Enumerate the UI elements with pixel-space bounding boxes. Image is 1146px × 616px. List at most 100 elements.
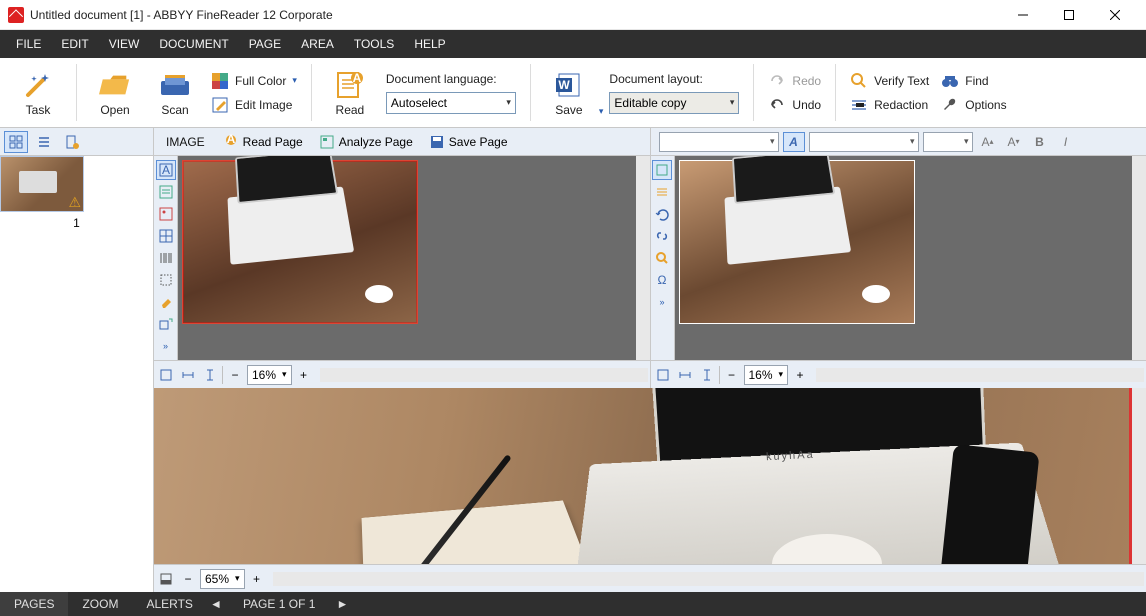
zoom-out-button[interactable]: − <box>178 569 198 589</box>
menu-area[interactable]: AREA <box>291 30 344 58</box>
text-pane: Ω » − 16%▾ + <box>651 156 1146 388</box>
read-button[interactable]: A Read <box>320 69 380 117</box>
doc-layout-select[interactable]: Editable copy ▾ <box>609 92 739 114</box>
add-part-tool[interactable] <box>156 314 176 334</box>
prev-page-button[interactable]: ◄ <box>207 597 225 611</box>
italic-button[interactable]: I <box>1055 132 1077 152</box>
save-button[interactable]: W Save <box>539 69 599 117</box>
zoom-out-button[interactable]: − <box>722 365 742 385</box>
view-thumbnails-button[interactable] <box>4 131 28 153</box>
horizontal-scrollbar[interactable] <box>320 368 648 382</box>
menu-view[interactable]: VIEW <box>99 30 150 58</box>
expand-icon[interactable]: » <box>156 336 176 356</box>
page-thumbnail[interactable] <box>0 156 84 212</box>
chevron-down-icon: ▾ <box>730 97 735 108</box>
status-pages[interactable]: PAGES <box>0 592 68 616</box>
pages-panel-header <box>0 128 153 156</box>
rotate-tool[interactable] <box>652 204 672 224</box>
redaction-button[interactable]: Redaction <box>850 96 929 114</box>
full-color-button[interactable]: Full Color ▾ <box>211 72 297 90</box>
zoom-select[interactable]: 16%▾ <box>744 365 789 385</box>
mark-text-tool[interactable] <box>652 160 672 180</box>
barcode-tool[interactable] <box>156 248 176 268</box>
menu-file[interactable]: FILE <box>6 30 51 58</box>
mark-picture-tool[interactable] <box>652 182 672 202</box>
fit-page-button[interactable] <box>156 365 176 385</box>
status-bar: PAGES ZOOM ALERTS ◄ PAGE 1 OF 1 ► <box>0 592 1146 616</box>
edit-image-button[interactable]: Edit Image <box>211 96 297 114</box>
task-button[interactable]: Task <box>8 69 68 117</box>
status-zoom[interactable]: ZOOM <box>68 592 132 616</box>
find-button[interactable]: Find <box>941 72 1006 90</box>
redo-button[interactable]: Redo <box>768 72 821 90</box>
vertical-scrollbar[interactable] <box>1132 388 1146 564</box>
horizontal-scrollbar[interactable] <box>273 572 1144 586</box>
text-canvas[interactable] <box>675 156 1133 360</box>
bottom-zoom-bar: − 65%▾ + <box>154 564 1146 592</box>
recognition-area-tool[interactable]: A <box>156 160 176 180</box>
analyze-page-button[interactable]: Analyze Page <box>313 131 419 153</box>
toolbar-ribbon: Task Open Scan Full Color ▾ Edit Image A <box>0 58 1146 128</box>
vertical-scrollbar[interactable] <box>636 156 650 360</box>
menu-tools[interactable]: TOOLS <box>344 30 404 58</box>
fit-height-button[interactable] <box>697 365 717 385</box>
bold-button[interactable]: B <box>1029 132 1051 152</box>
undo-button[interactable]: Undo <box>768 96 821 114</box>
wrench-icon <box>941 96 959 114</box>
read-page-button[interactable]: ARead Page <box>217 131 309 153</box>
highlight-tool[interactable] <box>652 248 672 268</box>
scan-button[interactable]: Scan <box>145 69 205 117</box>
close-button[interactable] <box>1092 0 1138 30</box>
menu-document[interactable]: DOCUMENT <box>149 30 238 58</box>
zoom-in-button[interactable]: + <box>790 365 810 385</box>
expand-icon[interactable]: » <box>652 292 672 312</box>
image-canvas[interactable] <box>178 156 636 360</box>
font-style-button[interactable]: A <box>783 132 805 152</box>
eraser-tool[interactable] <box>156 292 176 312</box>
style-select[interactable]: ▾ <box>659 132 779 152</box>
link-tool[interactable] <box>652 226 672 246</box>
table-area-tool[interactable] <box>156 226 176 246</box>
options-button[interactable]: Options <box>941 96 1006 114</box>
page-properties-button[interactable] <box>60 131 84 153</box>
zoom-out-button[interactable]: − <box>225 365 245 385</box>
fit-width-button[interactable] <box>675 365 695 385</box>
select-tool[interactable] <box>156 270 176 290</box>
menu-help[interactable]: HELP <box>404 30 455 58</box>
increase-font-button[interactable]: A▴ <box>977 132 999 152</box>
doc-layout-label: Document layout: <box>609 72 739 86</box>
fit-height-button[interactable] <box>200 365 220 385</box>
menu-edit[interactable]: EDIT <box>51 30 98 58</box>
minimize-button[interactable] <box>1000 0 1046 30</box>
font-size-select[interactable]: ▾ <box>923 132 973 152</box>
zoom-in-button[interactable]: + <box>247 569 267 589</box>
decrease-font-button[interactable]: A▾ <box>1003 132 1025 152</box>
menu-page[interactable]: PAGE <box>239 30 291 58</box>
zoom-select[interactable]: 65%▾ <box>200 569 245 589</box>
view-details-button[interactable] <box>32 131 56 153</box>
font-family-select[interactable]: ▾ <box>809 132 919 152</box>
fit-width-button[interactable] <box>178 365 198 385</box>
verify-text-button[interactable]: Verify Text <box>850 72 929 90</box>
open-button[interactable]: Open <box>85 69 145 117</box>
zoom-canvas[interactable]: kuyhAa <box>154 388 1132 564</box>
status-alerts[interactable]: ALERTS <box>132 592 206 616</box>
text-area-tool[interactable] <box>156 182 176 202</box>
insert-symbol-tool[interactable]: Ω <box>652 270 672 290</box>
picture-area-tool[interactable] <box>156 204 176 224</box>
image-selection[interactable] <box>182 160 418 324</box>
scanner-icon <box>159 69 191 101</box>
next-page-button[interactable]: ► <box>333 597 351 611</box>
horizontal-scrollbar[interactable] <box>816 368 1144 382</box>
doc-language-select[interactable]: Autoselect ▾ <box>386 92 516 114</box>
fit-page-button[interactable] <box>653 365 673 385</box>
svg-text:W: W <box>558 78 570 92</box>
read-label: Read <box>336 103 365 117</box>
save-page-button[interactable]: Save Page <box>423 131 514 153</box>
vertical-scrollbar[interactable] <box>1132 156 1146 360</box>
view-mode-button[interactable] <box>156 569 176 589</box>
maximize-button[interactable] <box>1046 0 1092 30</box>
svg-text:A: A <box>226 134 235 146</box>
zoom-select[interactable]: 16%▾ <box>247 365 292 385</box>
zoom-in-button[interactable]: + <box>294 365 314 385</box>
